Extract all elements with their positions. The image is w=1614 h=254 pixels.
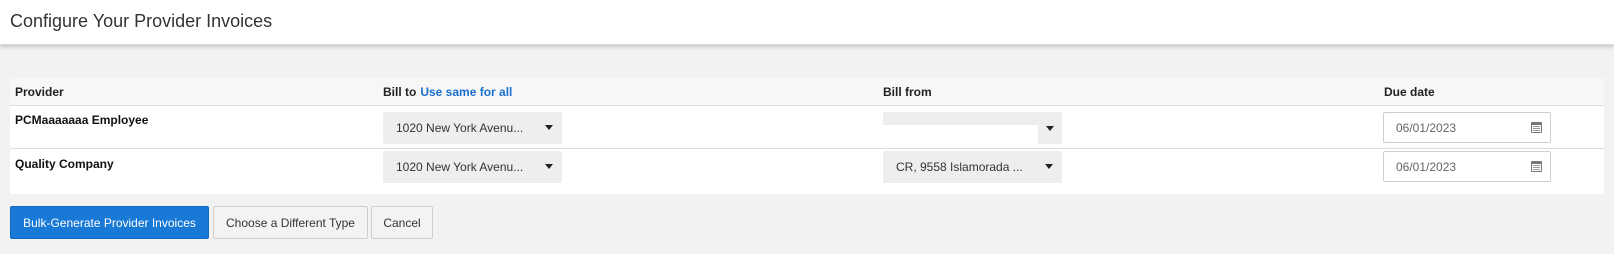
chevron-down-icon (1046, 126, 1054, 131)
bill-to-label: Bill to (383, 85, 417, 99)
table-row: PCMaaaaaaa Employee 1020 New York Avenu.… (10, 106, 1604, 149)
bill-from-select[interactable]: CR, 9558 Islamorada ... (883, 151, 1062, 183)
due-date-field[interactable]: 06/01/2023 (1383, 151, 1551, 182)
chevron-down-icon (545, 125, 553, 130)
choose-different-type-button[interactable]: Choose a Different Type (213, 206, 368, 239)
bill-to-value: 1020 New York Avenu... (396, 121, 524, 135)
bill-to-select[interactable]: 1020 New York Avenu... (383, 112, 562, 144)
chevron-down-icon (1045, 164, 1053, 169)
due-date-value: 06/01/2023 (1396, 160, 1457, 174)
due-date-field[interactable]: 06/01/2023 (1383, 112, 1551, 143)
provider-name: Quality Company (15, 157, 114, 171)
bill-from-dropdown-button[interactable] (1038, 112, 1062, 144)
table-row: Quality Company 1020 New York Avenu... C… (10, 150, 1604, 193)
provider-name: PCMaaaaaaa Employee (15, 113, 149, 127)
column-header-due-date: Due date (1384, 85, 1435, 99)
column-header-bill-from: Bill from (883, 85, 932, 99)
use-same-for-all-link[interactable]: Use same for all (420, 85, 512, 99)
page-header: Configure Your Provider Invoices (0, 0, 1614, 45)
provider-invoices-table: Provider Bill to Use same for all Bill fr… (10, 78, 1604, 194)
bill-to-value: 1020 New York Avenu... (396, 160, 524, 174)
chevron-down-icon (545, 164, 553, 169)
column-header-provider: Provider (15, 85, 64, 99)
bulk-generate-button[interactable]: Bulk-Generate Provider Invoices (10, 206, 209, 239)
calendar-icon[interactable] (1531, 161, 1542, 172)
calendar-icon[interactable] (1531, 122, 1542, 133)
due-date-value: 06/01/2023 (1396, 121, 1457, 135)
table-header: Provider Bill to Use same for all Bill fr… (10, 78, 1604, 106)
cancel-button[interactable]: Cancel (371, 206, 433, 239)
bill-to-select[interactable]: 1020 New York Avenu... (383, 151, 562, 183)
page-title: Configure Your Provider Invoices (10, 11, 273, 31)
bill-from-value: CR, 9558 Islamorada ... (896, 160, 1023, 174)
bill-from-value (883, 112, 1038, 125)
column-header-bill-to: Bill to Use same for all (383, 85, 512, 99)
bill-from-select[interactable] (883, 112, 1062, 144)
